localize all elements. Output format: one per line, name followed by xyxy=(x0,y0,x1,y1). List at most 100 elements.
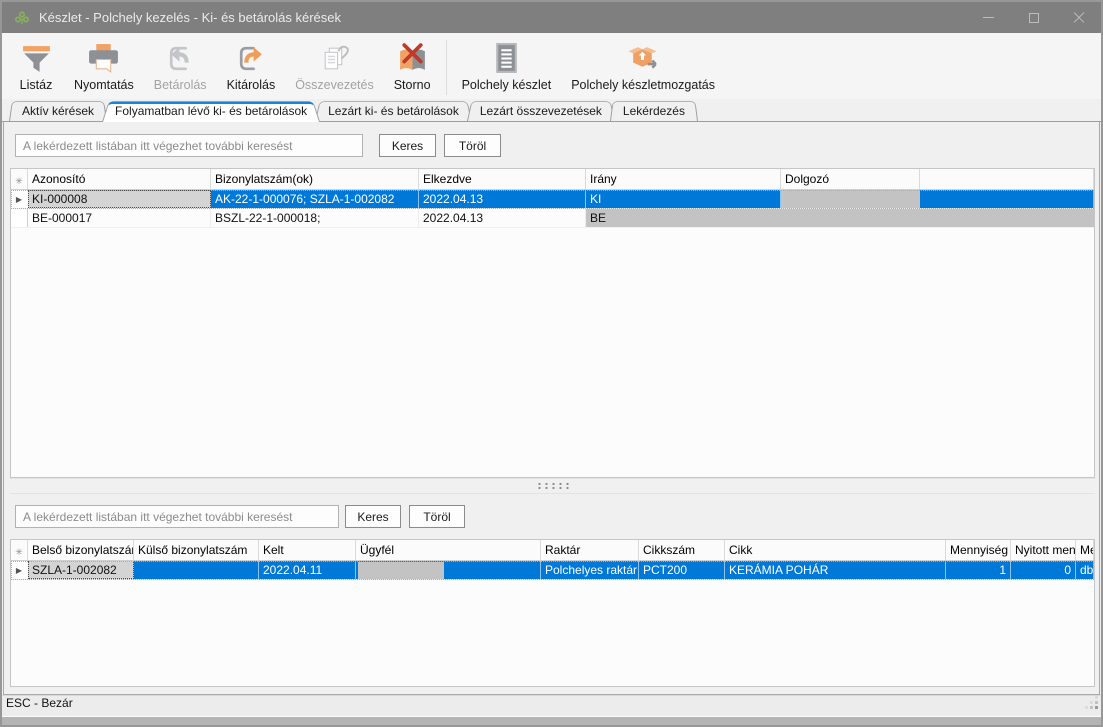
bottom-clear-button[interactable]: Töröl xyxy=(409,505,465,528)
resize-grip[interactable] xyxy=(1086,697,1098,709)
cell-bizonylatszam[interactable]: AK-22-1-000076; SZLA-1-002082 xyxy=(211,190,419,208)
row-indicator-header[interactable]: ✳ xyxy=(11,540,28,560)
shelf-list-icon xyxy=(488,38,524,78)
cell-ugyfel-redacted[interactable] xyxy=(356,561,541,579)
shelf-stock-move-button[interactable]: Polchely készletmozgatás xyxy=(561,35,725,99)
table-row[interactable]: ▶ SZLA-1-002082 2022.04.11 Polchelyes ra… xyxy=(11,561,1094,580)
column-header-kelt[interactable]: Kelt xyxy=(259,540,356,560)
row-indicator xyxy=(11,209,28,227)
cell-belso-bizonylatszam[interactable]: SZLA-1-002082 xyxy=(28,561,134,579)
cell-azonosito[interactable]: BE-000017 xyxy=(28,209,211,227)
toolbar-label: Storno xyxy=(394,78,431,93)
shelf-stock-button[interactable]: Polchely készlet xyxy=(452,35,562,99)
items-grid: ✳ Belső bizonylatszám Külső bizonylatszá… xyxy=(10,539,1095,687)
top-clear-button[interactable]: Töröl xyxy=(444,134,501,157)
minimize-button[interactable] xyxy=(966,2,1011,33)
column-header-ugyfel[interactable]: Ügyfél xyxy=(356,540,541,560)
printer-icon xyxy=(86,38,122,78)
close-button[interactable] xyxy=(1056,2,1101,33)
tab-closed-merges[interactable]: Lezárt összevezetések xyxy=(467,100,615,121)
horizontal-splitter[interactable] xyxy=(10,478,1095,494)
cell-irany[interactable]: KI xyxy=(586,190,781,208)
filter-icon xyxy=(18,38,54,78)
cell-kulso-bizonylatszam[interactable] xyxy=(134,561,259,579)
column-header-cikk[interactable]: Cikk xyxy=(725,540,946,560)
cell-dolgozo-redacted[interactable] xyxy=(781,190,920,208)
store-out-button[interactable]: Kitárolás xyxy=(217,35,286,99)
top-search-input[interactable] xyxy=(15,134,363,157)
tab-active-requests[interactable]: Aktív kérések xyxy=(9,100,107,121)
bottom-search-input[interactable] xyxy=(15,505,339,528)
column-header-filler xyxy=(920,169,1094,189)
toolbar-label: Összevezetés xyxy=(295,78,374,93)
column-header-kulso-bizonylatszam[interactable]: Külső bizonylatszám xyxy=(134,540,259,560)
toolbar-label: Nyomtatás xyxy=(74,78,134,93)
window-bottom-edge xyxy=(2,711,1101,725)
column-header-raktar[interactable]: Raktár xyxy=(541,540,639,560)
column-header-azonosito[interactable]: Azonosító xyxy=(28,169,211,189)
status-text: ESC - Bezár xyxy=(6,696,73,710)
items-grid-header: ✳ Belső bizonylatszám Külső bizonylatszá… xyxy=(11,540,1094,561)
toolbar-label: Listáz xyxy=(20,78,53,93)
window-controls xyxy=(966,2,1101,33)
maximize-button[interactable] xyxy=(1011,2,1056,33)
column-header-mennyiseg[interactable]: Mennyiség xyxy=(946,540,1011,560)
cell-me[interactable]: db xyxy=(1076,561,1094,579)
tab-page: Keres Töröl ✳ Azonosító Bizonylatszám(ok… xyxy=(3,122,1100,695)
app-window: Készlet - Polchely kezelés - Ki- és betá… xyxy=(0,0,1103,727)
arrow-in-icon xyxy=(162,38,198,78)
column-header-bizonylatszam[interactable]: Bizonylatszám(ok) xyxy=(211,169,419,189)
tab-closed-inout[interactable]: Lezárt ki- és betárolások xyxy=(315,100,472,121)
bottom-search-button[interactable]: Keres xyxy=(345,505,401,528)
title-bar[interactable]: Készlet - Polchely kezelés - Ki- és betá… xyxy=(2,2,1101,33)
cell-dolgozo-redacted[interactable] xyxy=(781,209,920,227)
merge-docs-icon xyxy=(316,38,352,78)
store-in-button[interactable]: Betárolás xyxy=(144,35,217,99)
cell-raktar[interactable]: Polchelyes raktár xyxy=(541,561,639,579)
storno-button[interactable]: Storno xyxy=(384,35,441,99)
row-indicator-header[interactable]: ✳ xyxy=(11,169,28,189)
column-header-nyitott-mennyiseg[interactable]: Nyitott men xyxy=(1011,540,1076,560)
cell-nyitott-mennyiseg[interactable]: 0 xyxy=(1011,561,1076,579)
requests-grid-empty-area xyxy=(11,228,1094,477)
app-icon xyxy=(14,10,30,26)
tab-query[interactable]: Lekérdezés xyxy=(610,100,698,121)
asterisk-icon: ✳ xyxy=(15,176,23,186)
table-row[interactable]: ▶ KI-000008 AK-22-1-000076; SZLA-1-00208… xyxy=(11,190,1094,209)
toolbar-label: Betárolás xyxy=(154,78,207,93)
cell-mennyiseg[interactable]: 1 xyxy=(946,561,1011,579)
cell-elkezdve[interactable]: 2022.04.13 xyxy=(419,190,586,208)
items-grid-empty-area xyxy=(11,580,1094,686)
top-search-button[interactable]: Keres xyxy=(379,134,436,157)
cell-elkezdve[interactable]: 2022.04.13 xyxy=(419,209,586,227)
cell-bizonylatszam[interactable]: BSZL-22-1-000018; xyxy=(211,209,419,227)
table-row[interactable]: BE-000017 BSZL-22-1-000018; 2022.04.13 B… xyxy=(11,209,1094,228)
toolbar: Listáz Nyomtatás Betárolás xyxy=(2,33,1101,99)
bottom-search-row: Keres Töröl xyxy=(15,505,1094,528)
requests-grid: ✳ Azonosító Bizonylatszám(ok) Elkezdve I… xyxy=(10,168,1095,478)
cell-cikkszam[interactable]: PCT200 xyxy=(639,561,725,579)
cell-irany[interactable]: BE xyxy=(586,209,781,227)
column-header-cikkszam[interactable]: Cikkszám xyxy=(639,540,725,560)
storno-book-icon xyxy=(394,38,430,78)
cell-azonosito[interactable]: KI-000008 xyxy=(28,190,211,208)
list-button[interactable]: Listáz xyxy=(8,35,64,99)
column-header-belso-bizonylatszam[interactable]: Belső bizonylatszám xyxy=(28,540,134,560)
cell-cikk[interactable]: KERÁMIA POHÁR xyxy=(725,561,946,579)
cell-filler[interactable] xyxy=(920,190,1094,208)
cell-kelt[interactable]: 2022.04.11 xyxy=(259,561,356,579)
cell-filler-redacted[interactable] xyxy=(920,209,1094,227)
column-header-irany[interactable]: Irány xyxy=(586,169,781,189)
toolbar-label: Kitárolás xyxy=(227,78,276,93)
top-search-row: Keres Töröl xyxy=(15,134,1094,157)
box-move-icon xyxy=(625,38,661,78)
asterisk-icon: ✳ xyxy=(15,547,23,557)
print-button[interactable]: Nyomtatás xyxy=(64,35,144,99)
tab-in-progress[interactable]: Folyamatban lévő ki- és betárolások xyxy=(102,100,320,122)
column-header-elkezdve[interactable]: Elkezdve xyxy=(419,169,586,189)
column-header-dolgozo[interactable]: Dolgozó xyxy=(781,169,920,189)
column-header-me[interactable]: Me. xyxy=(1076,540,1094,560)
merge-button[interactable]: Összevezetés xyxy=(285,35,384,99)
requests-grid-header: ✳ Azonosító Bizonylatszám(ok) Elkezdve I… xyxy=(11,169,1094,190)
status-bar: ESC - Bezár xyxy=(2,695,1101,711)
